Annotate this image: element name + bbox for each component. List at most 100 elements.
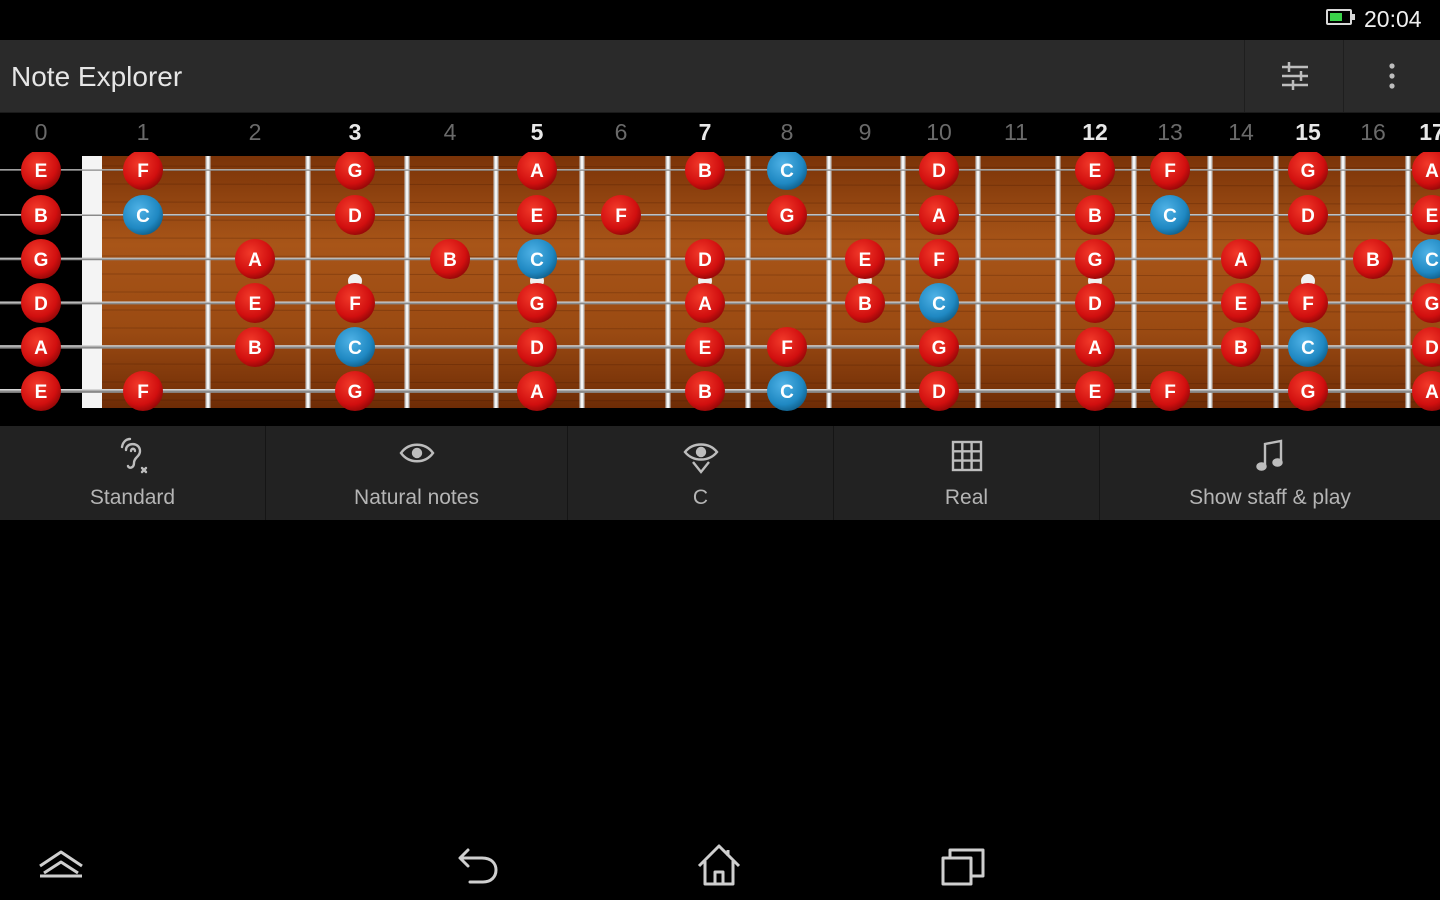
fret-wire-highlight: [902, 156, 904, 408]
highlighted-note-marker[interactable]: C: [1150, 195, 1190, 235]
fret-wire-highlight: [1209, 156, 1211, 408]
fret-number: 8: [780, 119, 794, 145]
tuning-button[interactable]: Standard: [0, 426, 266, 520]
note-label: A: [1234, 250, 1248, 271]
note-marker[interactable]: D: [335, 195, 375, 235]
note-marker[interactable]: A: [1075, 327, 1115, 367]
note-marker[interactable]: F: [767, 327, 807, 367]
fret-number: 12: [1082, 119, 1108, 145]
fret-number: 9: [858, 119, 872, 145]
note-marker[interactable]: B: [1075, 195, 1115, 235]
note-marker[interactable]: F: [123, 371, 163, 411]
note-marker[interactable]: D: [21, 283, 61, 323]
note-label: E: [35, 382, 48, 403]
note-marker[interactable]: F: [919, 239, 959, 279]
note-label: A: [248, 250, 262, 271]
fret-wire-highlight: [747, 156, 749, 408]
natural-notes-button[interactable]: Natural notes: [266, 426, 568, 520]
fret-number: 1: [136, 119, 150, 145]
highlighted-note-marker[interactable]: C: [335, 327, 375, 367]
note-marker[interactable]: A: [235, 239, 275, 279]
note-marker[interactable]: A: [517, 371, 557, 411]
note-label: G: [780, 206, 795, 227]
note-marker[interactable]: A: [1221, 239, 1261, 279]
fretboard-wood: [92, 156, 1440, 408]
note-marker[interactable]: F: [1150, 371, 1190, 411]
note-marker[interactable]: D: [1075, 283, 1115, 323]
note-label: C: [780, 382, 794, 403]
fret-number: 3: [348, 119, 362, 145]
note-marker[interactable]: D: [517, 327, 557, 367]
fret-wire-highlight: [406, 156, 408, 408]
note-marker[interactable]: G: [517, 283, 557, 323]
fret-number: 2: [248, 119, 262, 145]
note-marker[interactable]: E: [21, 152, 61, 190]
highlighted-note-marker[interactable]: C: [517, 239, 557, 279]
note-marker[interactable]: E: [685, 327, 725, 367]
note-marker[interactable]: E: [845, 239, 885, 279]
recent-apps-button[interactable]: [928, 836, 998, 892]
note-marker[interactable]: G: [1288, 371, 1328, 411]
note-marker[interactable]: E: [1075, 371, 1115, 411]
expand-up-icon: [39, 850, 83, 878]
note-marker[interactable]: D: [685, 239, 725, 279]
overflow-menu-button[interactable]: [1344, 40, 1440, 112]
highlight-note-button[interactable]: C: [568, 426, 834, 520]
note-marker[interactable]: E: [235, 283, 275, 323]
note-marker[interactable]: G: [919, 327, 959, 367]
recent-apps-icon: [941, 848, 985, 886]
settings-button[interactable]: [1244, 40, 1344, 112]
fretboard-style-button[interactable]: Real: [834, 426, 1100, 520]
note-marker[interactable]: G: [767, 195, 807, 235]
note-label: B: [34, 206, 48, 227]
note-marker[interactable]: E: [517, 195, 557, 235]
system-nav-bar: [0, 828, 1440, 900]
back-button[interactable]: [442, 836, 512, 892]
note-marker[interactable]: B: [235, 327, 275, 367]
note-label: G: [348, 382, 363, 403]
note-label: E: [859, 250, 872, 271]
note-marker[interactable]: G: [1075, 239, 1115, 279]
expand-button[interactable]: [26, 836, 96, 892]
note-label: A: [530, 161, 544, 182]
note-label: D: [932, 161, 946, 182]
note-marker[interactable]: G: [21, 239, 61, 279]
fret-number: 13: [1157, 119, 1183, 145]
note-marker[interactable]: D: [919, 371, 959, 411]
note-label: G: [1425, 294, 1440, 315]
note-label: D: [932, 382, 946, 403]
note-marker[interactable]: B: [430, 239, 470, 279]
note-marker[interactable]: B: [21, 195, 61, 235]
battery-icon: [1326, 9, 1355, 25]
tuning-label: Standard: [89, 486, 176, 509]
note-marker[interactable]: B: [1221, 327, 1261, 367]
note-marker[interactable]: A: [21, 327, 61, 367]
home-button[interactable]: [684, 836, 754, 892]
fretboard[interactable]: E B G D A E F G A B C D E F G A C D E F G A B C D E A B C D E F G A B C E F G A…: [0, 152, 1440, 414]
note-label: C: [780, 161, 794, 182]
fret-wire-highlight: [667, 156, 669, 408]
note-marker[interactable]: B: [1353, 239, 1393, 279]
show-staff-button[interactable]: Show staff & play: [1100, 426, 1440, 520]
highlighted-note-marker[interactable]: C: [1288, 327, 1328, 367]
note-marker[interactable]: A: [919, 195, 959, 235]
note-label: F: [933, 250, 945, 271]
note-marker[interactable]: E: [1221, 283, 1261, 323]
note-marker[interactable]: B: [845, 283, 885, 323]
note-marker[interactable]: A: [685, 283, 725, 323]
note-marker[interactable]: E: [21, 371, 61, 411]
note-label: C: [1163, 206, 1177, 227]
highlighted-note-marker[interactable]: C: [767, 371, 807, 411]
note-marker[interactable]: F: [1288, 283, 1328, 323]
note-marker[interactable]: F: [335, 283, 375, 323]
note-marker[interactable]: B: [685, 371, 725, 411]
note-marker[interactable]: G: [335, 371, 375, 411]
note-marker[interactable]: F: [601, 195, 641, 235]
note-marker[interactable]: D: [1288, 195, 1328, 235]
fret-number: 7: [698, 119, 712, 145]
highlighted-note-marker[interactable]: C: [123, 195, 163, 235]
options-toolbar: Standard Natural notes C Real Show staff…: [0, 426, 1440, 520]
fret-number: 17: [1419, 119, 1440, 145]
highlighted-note-marker[interactable]: C: [919, 283, 959, 323]
fret-number: 5: [530, 119, 544, 145]
